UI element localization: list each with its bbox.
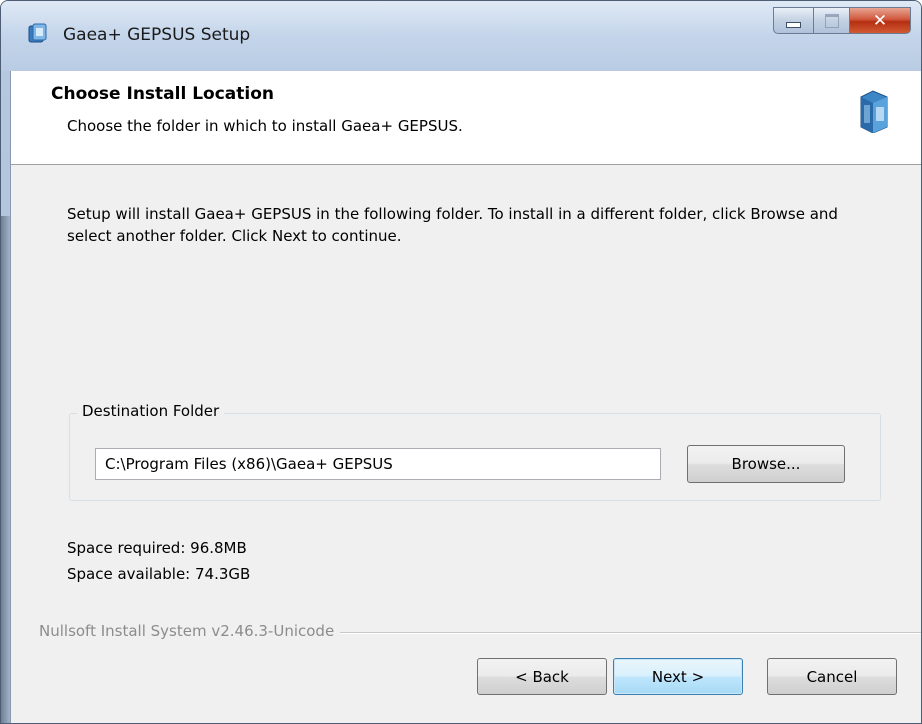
page-subtitle: Choose the folder in which to install Ga… — [67, 117, 463, 135]
close-button[interactable]: ✕ — [849, 7, 911, 34]
installer-box-icon — [859, 89, 889, 134]
title-bar[interactable]: Gaea+ GEPSUS Setup ✕ — [1, 1, 921, 71]
install-description: Setup will install Gaea+ GEPSUS in the f… — [67, 205, 838, 245]
back-button[interactable]: < Back — [477, 658, 607, 695]
maximize-button — [813, 7, 849, 34]
window-controls: ✕ — [773, 7, 911, 35]
destination-path-input[interactable]: C:\Program Files (x86)\Gaea+ GEPSUS — [95, 448, 661, 480]
cancel-button[interactable]: Cancel — [767, 658, 897, 695]
setup-window: Gaea+ GEPSUS Setup ✕ Choose Install Loca… — [0, 0, 922, 724]
minimize-icon — [786, 21, 801, 28]
page-header: Choose Install Location Choose the folde… — [11, 71, 921, 165]
close-icon: ✕ — [872, 10, 888, 31]
space-available-text: Space available: 74.3GB — [67, 565, 251, 583]
destination-folder-label: Destination Folder — [77, 402, 225, 420]
installer-branding: Nullsoft Install System v2.46.3-Unicode — [39, 622, 341, 640]
browse-button[interactable]: Browse... — [687, 445, 845, 483]
window-title: Gaea+ GEPSUS Setup — [63, 25, 251, 45]
installer-icon — [27, 23, 49, 45]
maximize-icon — [824, 13, 839, 28]
space-required-text: Space required: 96.8MB — [67, 539, 247, 557]
minimize-button[interactable] — [773, 7, 813, 34]
dialog-content: Choose Install Location Choose the folde… — [10, 71, 921, 723]
page-title: Choose Install Location — [51, 84, 275, 104]
next-button[interactable]: Next > — [613, 658, 743, 695]
